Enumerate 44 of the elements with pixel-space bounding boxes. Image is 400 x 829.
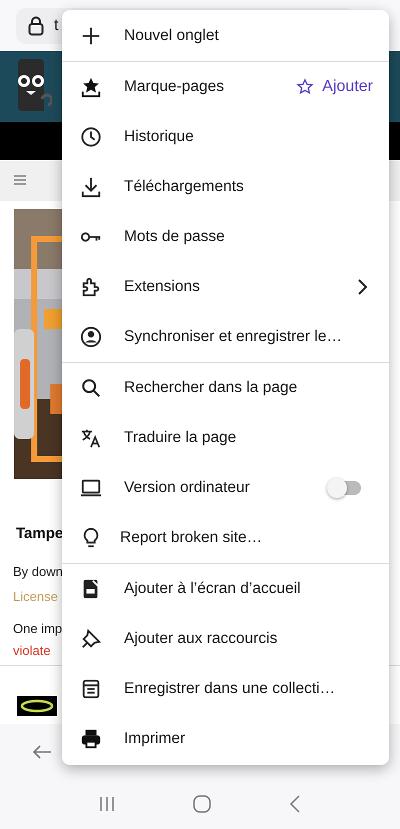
menu-item[interactable]: Historique <box>62 112 389 162</box>
star-outline-icon <box>296 78 314 96</box>
menu-item[interactable]: Extensions <box>62 262 389 312</box>
menu-item[interactable]: Nouvel onglet <box>62 11 389 61</box>
lock-icon <box>28 16 44 36</box>
chevron-right-icon <box>357 279 367 295</box>
account-icon <box>80 326 102 348</box>
menu-item[interactable]: Report broken site… <box>62 513 389 563</box>
download-icon <box>80 176 102 198</box>
back-arrow-icon[interactable] <box>32 744 52 760</box>
plus-icon <box>80 25 102 47</box>
menu-item[interactable]: Téléchargements <box>62 162 389 212</box>
menu-item[interactable]: Ajouter à l’écran d’accueil <box>62 564 389 614</box>
menu-item[interactable]: Version ordinateur <box>62 463 389 513</box>
menu-item[interactable]: Mots de passe <box>62 212 389 262</box>
translate-icon <box>80 427 102 449</box>
paragraph-text: One imp <box>13 621 62 638</box>
toggle-switch[interactable] <box>329 481 361 495</box>
add-bookmark-button[interactable]: Ajouter <box>296 78 373 96</box>
menu-item[interactable]: Synchroniser et enregistrer le… <box>62 312 389 362</box>
back-icon[interactable] <box>289 795 301 814</box>
pin-icon <box>80 628 102 650</box>
collection-icon <box>80 678 102 700</box>
menu-item[interactable]: Rechercher dans la page <box>62 363 389 413</box>
puzzle-icon <box>80 276 102 298</box>
menu-icon[interactable] <box>14 175 26 186</box>
menu-item[interactable]: Traduire la page <box>62 413 389 463</box>
logo-icon <box>17 696 57 716</box>
search-icon <box>80 377 102 399</box>
clock-icon <box>80 126 102 148</box>
paragraph-text: By down <box>13 564 63 580</box>
home-icon[interactable] <box>193 795 211 814</box>
add-label: Ajouter <box>322 78 373 96</box>
paragraph-text: violate <box>13 643 51 660</box>
bookmark-star-icon <box>80 76 102 98</box>
menu-item[interactable]: Enregistrer dans une collecti… <box>62 664 389 714</box>
menu-item[interactable]: Imprimer <box>62 714 389 764</box>
recent-apps-icon[interactable] <box>99 796 115 812</box>
menu-item[interactable]: Marque-pages Ajouter <box>62 62 389 112</box>
menu-item[interactable]: Ajouter aux raccourcis <box>62 614 389 664</box>
article-heading: Tampe <box>16 525 64 542</box>
printer-icon <box>80 728 102 750</box>
url-text: t <box>54 16 58 34</box>
laptop-icon <box>80 477 102 499</box>
